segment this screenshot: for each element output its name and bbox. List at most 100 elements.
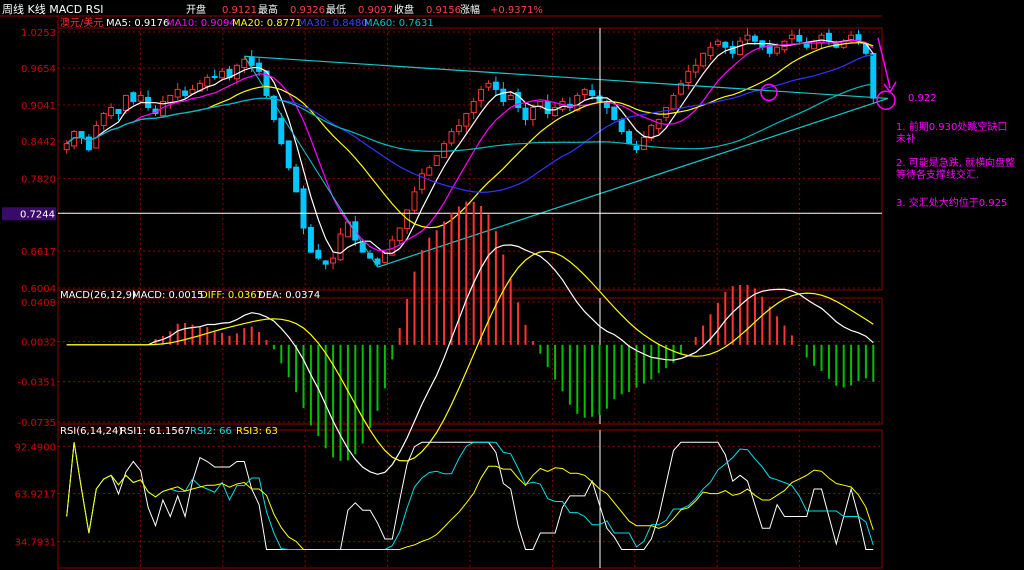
candle-body [796,34,803,42]
annotation-note: 2. 可能是急跌, 就横向盘整等待各支撑线交汇. [896,156,1015,181]
candle-body [470,100,477,114]
candle-body [589,90,596,96]
candle-body [174,88,181,98]
price-y-tick: 0.6004 [21,284,56,295]
macd-panel-frame [57,297,883,425]
price-y-tick: 0.6617 [21,247,56,258]
candle-body [182,90,189,96]
ma10-legend: MA10: 0.9094 [166,18,236,29]
rsi1-value: RSI1: 61.1567 [120,426,191,437]
candle-body [278,117,285,145]
candle-body [63,143,70,151]
diff-value: DIFF: 0.0367 [200,290,263,301]
candle-body [396,227,403,242]
candle-body [751,35,758,42]
change-label: 涨幅 [460,3,480,16]
candle-body [685,70,692,84]
candle-body [522,107,529,121]
price-y-tick: 0.7820 [21,175,56,186]
ma5-legend: MA5: 0.9176 [106,18,169,29]
candle-body [248,56,255,66]
candle-body [626,131,633,145]
candle-body [130,92,137,102]
candle-body [492,81,499,90]
macd-y-tick: -0.0735 [17,418,56,429]
candle-body [618,119,625,133]
candle-body [788,34,795,40]
price-y-tick: 0.8442 [21,137,56,148]
candle-body [78,131,85,139]
macd-y-tick: 0.0032 [21,337,56,348]
high-value: 0.9326 [290,5,325,16]
macd-value: MACD: 0.0015 [132,290,204,301]
ma5-line [66,39,874,254]
dea-value: DEA: 0.0374 [258,290,320,301]
low-label: 最低 [326,3,346,16]
candle-body [374,258,381,265]
open-label: 开盘 [186,3,206,16]
macd-title: MACD(26,12,9) [60,290,136,301]
candle-body [700,52,707,67]
candle-body [300,188,307,229]
candle-body [115,108,122,115]
candle-body [322,260,329,265]
candle-body [870,53,877,99]
candle-body [463,113,470,127]
candle-body [507,94,514,100]
candle-body [478,88,485,101]
candle-body [337,233,344,261]
candle-body [448,131,455,144]
candle-body [722,41,729,48]
candle-body [737,40,744,56]
macd-y-tick: -0.0351 [17,378,56,389]
annotation-note: 1. 前期0.930处跳空缺口未补 [896,120,1007,145]
annotation-note: 3. 交汇处大约位于0.925 [896,196,1007,209]
rsi-y-tick: 92.4900 [15,442,56,453]
candle-body [500,88,507,102]
high-label: 最高 [258,3,278,16]
candle-body [603,101,610,108]
candle-body [315,249,322,259]
rsi-y-tick: 63.9217 [15,490,56,501]
candle-body [211,75,218,78]
candle-body [241,58,248,69]
candle-body [426,167,433,176]
ma60-legend: MA60: 0.7631 [364,18,434,29]
candle-body [108,106,115,117]
rsi2-value: RSI2: 66 [190,426,232,437]
candle-body [670,94,677,110]
macd-y-tick: 0.0408 [21,298,56,309]
forecast-arrow [877,37,891,89]
candle-body [818,34,825,43]
candle-body [811,40,818,50]
candle-body [455,125,462,132]
candle-body [100,113,107,127]
low-value: 0.9097 [358,5,393,16]
candle-body [219,70,226,79]
candle-body [137,94,144,102]
support-trendline [377,97,889,268]
candle-body [640,137,647,150]
convergence-circle [876,90,896,111]
candle-body [774,46,781,54]
candle-body [233,64,240,80]
candle-body [411,191,418,211]
candle-body [285,140,292,169]
target-label: 0.922 [908,93,937,104]
symbol-label: 澳元/美元 [60,16,103,29]
change-value: +0.9371% [490,5,543,16]
candle-body [611,106,618,121]
close-label: 收盘 [394,3,414,16]
chart-title: 周线 K线 MACD RSI [2,2,104,16]
candle-body [293,166,300,193]
ma30-legend: MA30: 0.8480 [298,18,368,29]
rsi3-value: RSI3: 63 [236,426,278,437]
candle-body [204,76,211,87]
candle-body [825,32,832,42]
candle-body [574,94,581,111]
candle-body [648,125,655,139]
price-y-tick: 1.0253 [21,28,56,39]
candle-body [803,43,810,48]
price-y-tick: 0.9041 [21,101,56,112]
rsi-y-tick: 34.7931 [15,538,56,549]
